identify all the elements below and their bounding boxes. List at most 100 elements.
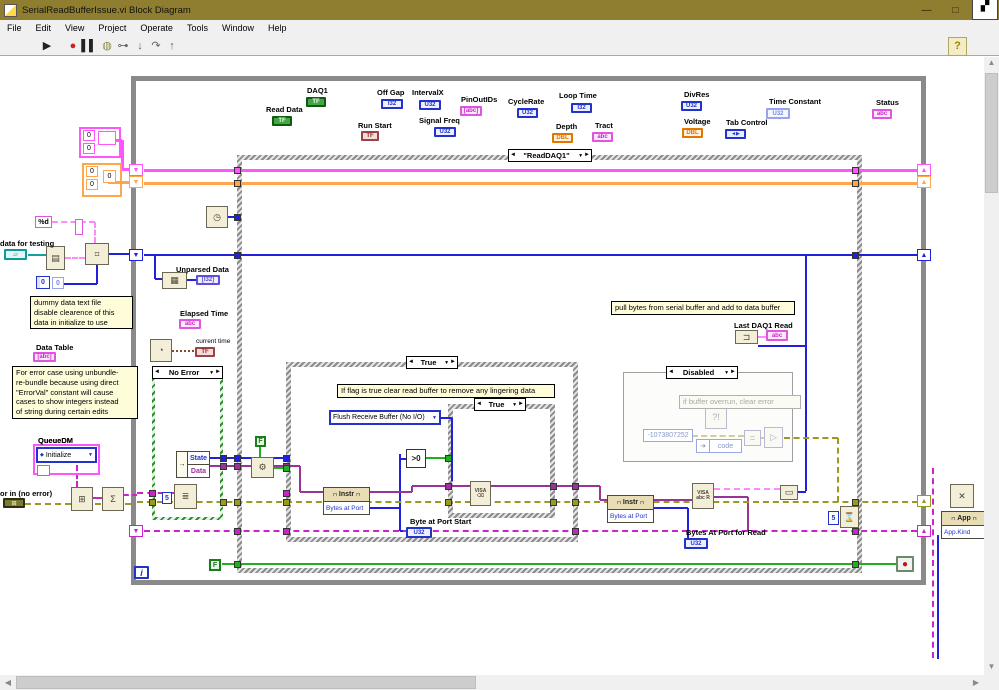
equals-icon[interactable]: = (744, 430, 761, 446)
case-selector[interactable]: ◄ True ▼ ► (406, 356, 458, 369)
wire-blue[interactable] (64, 283, 97, 285)
terminal-last-daq1-read[interactable]: abc (766, 330, 788, 341)
terminal--[interactable]: ● (896, 556, 914, 572)
property-node-app[interactable]: ⊓ App ⊓ App.Kind (941, 511, 987, 539)
wire-pinkstr[interactable] (94, 222, 96, 243)
terminal-data-for-testing[interactable]: ▱ (4, 249, 27, 260)
wire-olive[interactable] (137, 501, 918, 503)
shift-register[interactable]: ▲ (917, 495, 931, 507)
constant[interactable]: %d (35, 216, 52, 228)
wire-teal[interactable] (28, 254, 46, 256)
wire-brown[interactable] (172, 350, 194, 352)
wire-purple[interactable] (369, 491, 412, 493)
wire-magenta[interactable] (93, 497, 102, 499)
comment[interactable]: pull bytes from serial buffer and add to… (611, 301, 795, 315)
wire-olive[interactable] (837, 438, 839, 502)
selector-next-icon[interactable]: ► (215, 367, 221, 378)
notifier-icon[interactable]: ⚙ (251, 457, 274, 478)
wire-blue[interactable] (155, 278, 162, 280)
terminal-divres[interactable]: U32 (681, 101, 702, 111)
wire-magenta[interactable] (932, 468, 934, 658)
constant[interactable]: 5 (162, 492, 172, 504)
constant[interactable]: -1073807252 (643, 429, 693, 442)
wire-magenta[interactable] (124, 494, 137, 496)
terminal-time-constant[interactable]: U32 (766, 108, 790, 119)
shift-register[interactable]: ▲ (917, 176, 931, 188)
obtain-queue-icon[interactable]: ⊞ (71, 487, 93, 511)
terminal-i[interactable]: i (134, 566, 149, 579)
constant[interactable]: 0 (52, 277, 64, 289)
case-selector[interactable]: ◄ "ReadDAQ1" ▼ ► (508, 149, 592, 162)
menu-item-view[interactable]: View (58, 20, 91, 35)
wire-pinkstr[interactable] (714, 488, 780, 490)
wait-ms-icon[interactable]: ⌛ (840, 506, 859, 528)
property-node-instr[interactable]: ⊓ Instr ⊓ Bytes at Port (323, 487, 370, 515)
terminal-tract[interactable]: abc (592, 132, 613, 142)
selector-next-icon[interactable]: ► (450, 357, 456, 368)
step-out-button[interactable]: ↑ (163, 37, 181, 54)
bundle-row[interactable]: Data (188, 465, 209, 477)
terminal-daq1[interactable]: TF (306, 97, 326, 107)
dequeue-element-icon[interactable]: ≣ (174, 484, 197, 509)
constant[interactable]: 0 (36, 276, 50, 289)
select-icon[interactable]: ▷ (764, 427, 783, 448)
property-node-row[interactable]: App.Kind (942, 526, 986, 538)
wire-pinkstr[interactable] (65, 257, 85, 259)
terminal-loop-time[interactable]: I32 (571, 103, 592, 113)
wire-magenta[interactable] (144, 530, 917, 532)
shift-register[interactable]: ▲ (917, 164, 931, 176)
wire-pinkstr[interactable] (758, 336, 766, 338)
menu-item-window[interactable]: Window (215, 20, 261, 35)
selector-next-icon[interactable]: ► (730, 367, 736, 378)
menu-item-operate[interactable]: Operate (133, 20, 180, 35)
wire-blue[interactable] (187, 279, 196, 281)
to-string-icon[interactable]: ⊐ (735, 330, 758, 344)
wire-orange[interactable] (144, 182, 918, 185)
wire-blue[interactable] (96, 265, 98, 284)
bundle-row[interactable]: State (188, 452, 209, 465)
string-length-icon[interactable]: ▭ (780, 485, 798, 500)
terminal-off-gap[interactable]: I32 (381, 99, 403, 109)
read-text-file-icon[interactable]: ▤ (46, 246, 65, 270)
wire-olive[interactable] (784, 437, 838, 439)
wire-blue[interactable] (144, 254, 918, 256)
terminal-read-data[interactable]: TF (272, 116, 292, 126)
wire-blue[interactable] (805, 255, 807, 491)
ms-timer-icon[interactable]: ◷ (206, 206, 228, 228)
comment[interactable]: For error case using unbundle- re-bundle… (12, 366, 138, 419)
case-selector[interactable]: ◄ Disabled ▼ ► (666, 366, 738, 379)
bundle-by-name[interactable]: → State Data (176, 451, 210, 478)
wire-green[interactable] (222, 563, 897, 565)
scroll-left-icon[interactable]: ◀ (1, 678, 15, 687)
array-build-icon[interactable]: ▦ (162, 272, 187, 289)
terminal-cyclerate[interactable]: U32 (517, 108, 538, 118)
terminal-intervalx[interactable]: U32 (419, 100, 441, 110)
terminal-byte-at-port-start[interactable]: U32 (406, 527, 432, 538)
title-bar[interactable]: SerialReadBufferIssue.vi Block Diagram —… (0, 0, 999, 20)
cluster-cell[interactable]: 0 (86, 179, 98, 190)
shift-register[interactable]: ▲ (917, 249, 931, 261)
terminal-status[interactable]: abc (872, 109, 892, 119)
selector-next-icon[interactable]: ► (518, 399, 524, 410)
menu-item-tools[interactable]: Tools (180, 20, 215, 35)
wire-blue[interactable] (798, 491, 806, 493)
selector-next-icon[interactable]: ► (584, 150, 590, 161)
terminal-or-in-no-error-[interactable]: ⊞ (3, 498, 25, 508)
shift-register[interactable]: ▼ (129, 176, 143, 188)
menu-item-help[interactable]: Help (261, 20, 294, 35)
menu-item-file[interactable]: File (0, 20, 29, 35)
cluster-cell[interactable]: 0 (86, 166, 98, 177)
terminal-elapsed-time[interactable]: abc (179, 319, 201, 329)
wire-blue[interactable] (652, 507, 688, 509)
wire-blue[interactable] (451, 418, 453, 481)
terminal-unparsed-data[interactable]: [I32] (196, 275, 220, 285)
minimize-button[interactable]: — (912, 0, 941, 20)
retain-wire-values-button[interactable]: ⊶ (114, 37, 132, 54)
comment[interactable]: If flag is true clear read buffer to rem… (337, 384, 555, 398)
wire-blue[interactable] (758, 345, 806, 347)
scroll-up-icon[interactable]: ▲ (984, 58, 999, 67)
visa-flush-icon[interactable]: VISA ⌫ (470, 481, 491, 506)
cluster-cell[interactable]: 0 (83, 130, 95, 141)
date-time-icon[interactable]: ◔ (150, 339, 172, 362)
cluster-cell[interactable]: 0 (103, 170, 116, 183)
